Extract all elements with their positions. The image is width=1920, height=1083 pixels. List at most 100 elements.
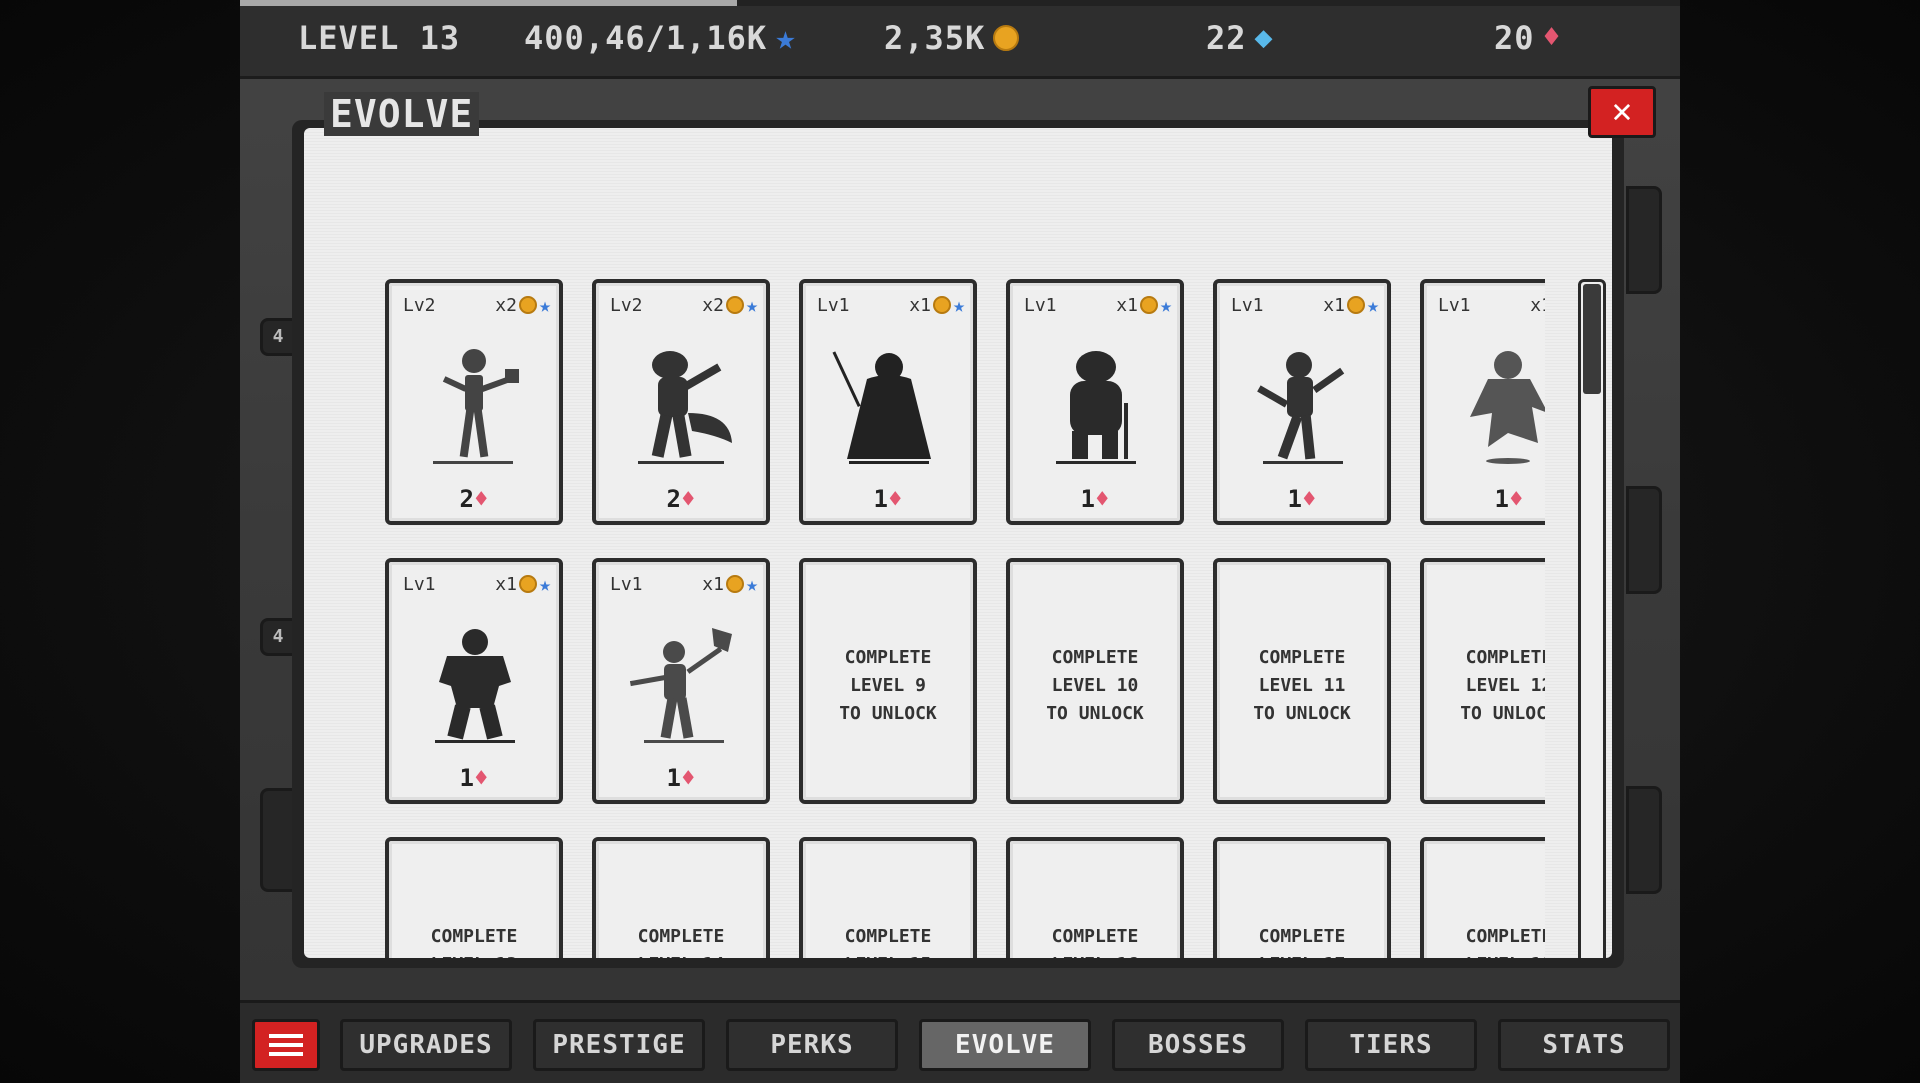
card-cost-value: 1 <box>666 764 681 792</box>
card-cost: 1♦ <box>1010 485 1180 513</box>
nav-tab-upgrades[interactable]: UPGRADES <box>340 1019 512 1071</box>
card-cost-value: 1 <box>1080 485 1095 513</box>
red-gem-icon: ♦ <box>474 485 489 513</box>
unlock-requirement: COMPLETE LEVEL 14 TO UNLOCK <box>637 926 725 958</box>
card-multiplier-text: x2 <box>702 294 724 316</box>
scrollbar[interactable] <box>1578 279 1606 958</box>
bottom-navigation: UPGRADES PRESTIGE PERKS EVOLVE BOSSES TIERS ST… <box>240 1000 1680 1083</box>
scrollbar-thumb[interactable] <box>1583 284 1601 394</box>
card-cost: 1♦ <box>389 764 559 792</box>
card-level: Lv1 <box>1438 294 1471 316</box>
locked-evolve-card[interactable]: COMPLETE LEVEL 12 TO UNLOCK <box>1420 558 1545 804</box>
hamburger-line <box>269 1043 303 1047</box>
axeman-character-icon <box>620 604 742 744</box>
card-multiplier: x1★ <box>702 574 758 595</box>
close-button[interactable]: ✕ <box>1588 86 1656 138</box>
locked-evolve-card[interactable]: COMPLETE LEVEL 13 TO UNLOCK <box>385 837 563 958</box>
evolve-card[interactable]: Lv1x1★1♦ <box>592 558 770 804</box>
evolve-card[interactable]: Lv1x1★1♦ <box>1213 279 1391 525</box>
card-multiplier: x1★ <box>495 574 551 595</box>
bear-character-icon <box>1034 325 1156 465</box>
locked-evolve-card[interactable]: COMPLETE LEVEL 15 TO UNLOCK <box>799 837 977 958</box>
side-tab-right-3[interactable] <box>1626 786 1662 894</box>
locked-evolve-card[interactable]: COMPLETE LEVEL 10 TO UNLOCK <box>1006 558 1184 804</box>
card-level: Lv2 <box>403 294 436 316</box>
locked-evolve-card[interactable]: COMPLETE LEVEL 17 TO UNLOCK <box>1213 837 1391 958</box>
card-header: Lv2 x2 ★ <box>610 293 758 317</box>
red-gem-icon: ♦ <box>1302 485 1317 513</box>
evolve-card[interactable]: Lv2 x2 ★ 2♦ <box>385 279 563 525</box>
side-tab-right-2[interactable] <box>1626 486 1662 594</box>
red-gem-icon: ♦ <box>1542 20 1562 55</box>
locked-evolve-card[interactable]: COMPLETE LEVEL 11 TO UNLOCK <box>1213 558 1391 804</box>
card-cost: 1♦ <box>803 485 973 513</box>
card-multiplier: x1 ★ <box>1323 295 1379 316</box>
card-multiplier-text: x2 <box>495 294 517 316</box>
level-display: LEVEL 13 <box>298 18 460 58</box>
card-multiplier-text: x1 <box>1530 294 1545 316</box>
card-cost-value: 1 <box>1494 485 1509 513</box>
coins-text: 2,35K <box>884 19 986 57</box>
game-screen: LEVEL 13 400,46/1,16K ★ 2,35K 22 ◆ 20 ♦ … <box>240 0 1680 1083</box>
nav-tab-bosses[interactable]: BOSSES <box>1112 1019 1284 1071</box>
side-tab-count: 4 <box>272 326 284 347</box>
card-level: Lv1 <box>403 573 436 595</box>
brute-character-icon <box>413 604 535 744</box>
side-tab-left-2[interactable]: 4 <box>260 618 296 656</box>
side-tab-right-1[interactable] <box>1626 186 1662 294</box>
card-multiplier: x1 ★ <box>1116 295 1172 316</box>
coins-display: 2,35K <box>884 18 1020 58</box>
unlock-requirement: COMPLETE LEVEL 16 TO UNLOCK <box>1051 926 1139 958</box>
card-multiplier: x1★ <box>1530 295 1545 316</box>
star-icon: ★ <box>1366 293 1379 317</box>
evolve-card[interactable]: Lv1x1★ 1♦ <box>799 279 977 525</box>
evolve-card-grid: Lv2 x2 ★ 2♦ Lv2 x2 ★ 2♦ Lv1 x1 ★ 1♦ Lv1 x1 ★ 1♦ Lv1 x1 ★ 1♦… <box>385 279 1545 958</box>
red-gem-icon: ♦ <box>1509 485 1524 513</box>
hamburger-menu-icon <box>269 1034 303 1038</box>
card-header: Lv1 x1 ★ <box>1231 293 1379 317</box>
coin-icon <box>725 296 744 314</box>
nav-tab-prestige[interactable]: PRESTIGE <box>533 1019 705 1071</box>
evolve-card[interactable]: Lv1x1★1♦ <box>1006 279 1184 525</box>
red-gem-icon: ♦ <box>888 485 903 513</box>
card-header: Lv1 x1 ★ <box>1024 293 1172 317</box>
side-tab-left-1[interactable]: 4 <box>260 318 296 356</box>
close-icon: ✕ <box>1611 91 1633 131</box>
card-cost: 2♦ <box>596 485 766 513</box>
side-tab-left-3[interactable] <box>260 788 296 892</box>
nav-tab-stats[interactable]: STATS <box>1498 1019 1670 1071</box>
locked-evolve-card[interactable]: COMPLETE LEVEL 18 TO UNLOCK <box>1420 837 1545 958</box>
card-cost-value: 2 <box>459 485 474 513</box>
card-cost: 2♦ <box>389 485 559 513</box>
nav-tab-evolve[interactable]: EVOLVE <box>919 1019 1091 1071</box>
card-cost-value: 2 <box>666 485 681 513</box>
card-multiplier-text: x1 <box>1116 294 1138 316</box>
unlock-requirement: COMPLETE LEVEL 9 TO UNLOCK <box>839 647 937 724</box>
red-gem-icon: ♦ <box>681 764 696 792</box>
hamburger-line <box>269 1052 303 1056</box>
unlock-requirement: COMPLETE LEVEL 17 TO UNLOCK <box>1258 926 1346 958</box>
locked-evolve-card[interactable]: COMPLETE LEVEL 14 TO UNLOCK <box>592 837 770 958</box>
unlock-requirement: COMPLETE LEVEL 11 TO UNLOCK <box>1253 647 1351 724</box>
coin-icon <box>993 25 1020 51</box>
xp-text: 400,46/1,16K <box>524 19 768 57</box>
red-gem-icon: ♦ <box>681 485 696 513</box>
coin-icon <box>518 296 537 314</box>
nav-tab-tiers[interactable]: TIERS <box>1305 1019 1477 1071</box>
menu-button[interactable] <box>252 1019 320 1071</box>
nav-tab-perks[interactable]: PERKS <box>726 1019 898 1071</box>
evolve-card[interactable]: Lv1 x1★ 1♦ <box>385 558 563 804</box>
xp-display: 400,46/1,16K ★ <box>524 18 797 58</box>
red-gems-display: 20 ♦ <box>1494 18 1562 58</box>
evolve-card[interactable]: Lv1 x1★ 1♦ <box>1420 279 1545 525</box>
card-multiplier-text: x1 <box>1323 294 1345 316</box>
card-multiplier: x1★ <box>909 295 965 316</box>
locked-evolve-card[interactable]: COMPLETE LEVEL 16 TO UNLOCK <box>1006 837 1184 958</box>
evolve-card[interactable]: Lv2 x2 ★ 2♦ <box>592 279 770 525</box>
locked-evolve-card[interactable]: COMPLETE LEVEL 9 TO UNLOCK <box>799 558 977 804</box>
star-icon: ★ <box>775 18 797 58</box>
unlock-requirement: COMPLETE LEVEL 13 TO UNLOCK <box>430 926 518 958</box>
card-header: Lv1 x1 ★ <box>817 293 965 317</box>
red-gem-icon: ♦ <box>1095 485 1110 513</box>
star-icon: ★ <box>1159 293 1172 317</box>
